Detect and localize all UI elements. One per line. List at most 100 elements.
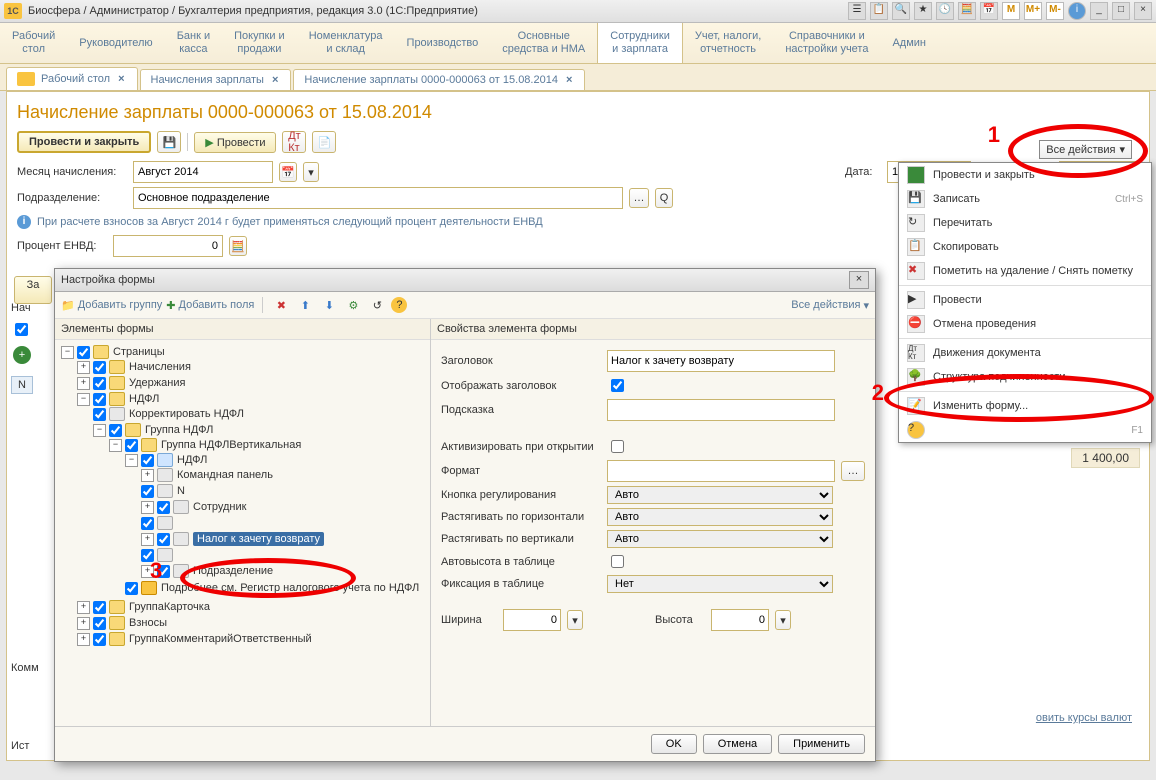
post-and-close-button[interactable]: Провести и закрыть — [17, 131, 151, 153]
help-icon[interactable]: i — [1068, 2, 1086, 20]
menu-desktop[interactable]: Рабочийстол — [0, 23, 67, 63]
spinner-icon[interactable]: ▾ — [303, 162, 319, 182]
menu-unpost[interactable]: ⛔Отмена проведения — [899, 312, 1151, 336]
prop-activate-checkbox[interactable] — [611, 440, 624, 453]
prop-fix-select[interactable]: Нет — [607, 575, 833, 593]
spinner-icon[interactable]: ▾ — [567, 610, 583, 630]
toggle-icon[interactable]: − — [125, 454, 138, 467]
toggle-icon[interactable]: − — [61, 346, 74, 359]
cancel-button[interactable]: Отмена — [703, 734, 772, 754]
tb-icon[interactable]: 🕓 — [936, 2, 954, 20]
mplus-button[interactable]: M+ — [1024, 2, 1042, 20]
prop-height-input[interactable] — [711, 609, 769, 631]
tab-desktop[interactable]: Рабочий стол× — [6, 67, 138, 90]
tree-checkbox[interactable] — [93, 377, 106, 390]
tree-checkbox[interactable] — [157, 533, 170, 546]
tab-payroll-doc[interactable]: Начисление зарплаты 0000-000063 от 15.08… — [293, 69, 585, 90]
tree-checkbox[interactable] — [93, 408, 106, 421]
menu-assets[interactable]: Основныесредства и НМА — [490, 23, 597, 63]
prop-spin-select[interactable]: Авто — [607, 486, 833, 504]
tree-checkbox[interactable] — [141, 517, 154, 530]
tree-item[interactable]: Корректировать НДФЛ — [129, 408, 244, 420]
tb-icon[interactable]: 🧮 — [958, 2, 976, 20]
post-button[interactable]: ▶ Провести — [194, 132, 276, 153]
tree-item[interactable]: Командная панель — [177, 469, 273, 481]
prop-header-input[interactable] — [607, 350, 835, 372]
tree-checkbox[interactable] — [93, 633, 106, 646]
move-down-icon[interactable]: ⬇ — [319, 295, 339, 315]
format-select-icon[interactable]: … — [841, 461, 865, 481]
tree-item[interactable]: Сотрудник — [193, 501, 246, 513]
report-icon[interactable]: 📄 — [312, 131, 336, 153]
tab-close-icon[interactable]: × — [116, 73, 126, 85]
tree-item[interactable]: Удержания — [129, 377, 185, 389]
menu-movements[interactable]: ДтКтДвижения документа — [899, 341, 1151, 365]
tree-checkbox[interactable] — [93, 393, 106, 406]
toggle-icon[interactable]: + — [77, 601, 90, 614]
menu-nomenclature[interactable]: Номенклатураи склад — [297, 23, 395, 63]
toggle-icon[interactable]: − — [93, 424, 106, 437]
apply-button[interactable]: Применить — [778, 734, 865, 754]
menu-save[interactable]: 💾ЗаписатьCtrl+S — [899, 187, 1151, 211]
month-input[interactable] — [133, 161, 273, 183]
tree-checkbox[interactable] — [93, 617, 106, 630]
toggle-icon[interactable]: − — [77, 393, 90, 406]
toggle-icon[interactable]: + — [77, 633, 90, 646]
add-fields-button[interactable]: ✚Добавить поля — [166, 299, 254, 312]
settings-close-icon[interactable]: × — [849, 271, 869, 289]
prop-stretch-h-select[interactable]: Авто — [607, 508, 833, 526]
spinner-icon[interactable]: ▾ — [775, 610, 791, 630]
toggle-icon[interactable]: + — [141, 533, 154, 546]
prop-autoh-checkbox[interactable] — [611, 555, 624, 568]
menu-employees[interactable]: Сотрудникии зарплата — [597, 23, 683, 63]
calendar-icon[interactable]: 📅 — [279, 162, 297, 182]
tree-checkbox[interactable] — [77, 346, 90, 359]
tb-icon[interactable]: ★ — [914, 2, 932, 20]
prop-width-input[interactable] — [503, 609, 561, 631]
tb-icon[interactable]: ☰ — [848, 2, 866, 20]
menu-reread[interactable]: ↻Перечитать — [899, 211, 1151, 235]
menu-bank[interactable]: Банк икасса — [165, 23, 222, 63]
prop-hint-input[interactable] — [607, 399, 835, 421]
menu-change-form[interactable]: 📝Изменить форму... — [899, 394, 1151, 418]
tree-item[interactable]: НДФЛ — [177, 454, 207, 466]
tree-checkbox[interactable] — [93, 361, 106, 374]
menu-accounting[interactable]: Учет, налоги,отчетность — [683, 23, 773, 63]
help-icon[interactable]: ? — [391, 297, 407, 313]
props-icon[interactable]: ⚙ — [343, 295, 363, 315]
tab-payroll-list[interactable]: Начисления зарплаты× — [140, 69, 292, 90]
move-up-icon[interactable]: ⬆ — [295, 295, 315, 315]
toggle-icon[interactable]: + — [77, 361, 90, 374]
tree-item[interactable]: ГруппаКомментарийОтветственный — [129, 633, 312, 645]
tab-close-icon[interactable]: × — [564, 74, 574, 86]
tb-icon[interactable]: 📅 — [980, 2, 998, 20]
tree-item[interactable]: Начисления — [129, 361, 191, 373]
tree-checkbox[interactable] — [141, 485, 154, 498]
tree-item[interactable]: Страницы — [113, 346, 165, 358]
reset-icon[interactable]: ↺ — [367, 295, 387, 315]
tree-checkbox[interactable] — [109, 424, 122, 437]
close-button[interactable]: × — [1134, 2, 1152, 20]
menu-copy[interactable]: 📋Скопировать — [899, 235, 1151, 259]
zap-button[interactable]: За — [14, 276, 52, 304]
toggle-icon[interactable]: + — [141, 501, 154, 514]
m-button[interactable]: M — [1002, 2, 1020, 20]
tree-item[interactable]: ГруппаКарточка — [129, 601, 210, 613]
tree-checkbox[interactable] — [157, 501, 170, 514]
toggle-icon[interactable]: − — [109, 439, 122, 452]
save-icon[interactable]: 💾 — [157, 131, 181, 153]
toggle-icon[interactable]: + — [77, 377, 90, 390]
tb-icon[interactable]: 🔍 — [892, 2, 910, 20]
delete-icon[interactable]: ✖ — [271, 295, 291, 315]
calc-icon[interactable]: 🧮 — [229, 236, 247, 256]
ok-button[interactable]: OK — [651, 734, 697, 754]
envd-input[interactable] — [113, 235, 223, 257]
add-icon[interactable]: + — [13, 346, 31, 364]
menu-structure[interactable]: 🌳Структура подчиненности — [899, 365, 1151, 389]
tab-close-icon[interactable]: × — [270, 74, 280, 86]
dept-select-icon[interactable]: … — [629, 188, 649, 208]
tree-item[interactable]: НДФЛ — [129, 393, 159, 405]
menu-production[interactable]: Производство — [395, 23, 491, 63]
menu-help[interactable]: ?F1 — [899, 418, 1151, 442]
checkbox-item[interactable] — [11, 320, 31, 339]
